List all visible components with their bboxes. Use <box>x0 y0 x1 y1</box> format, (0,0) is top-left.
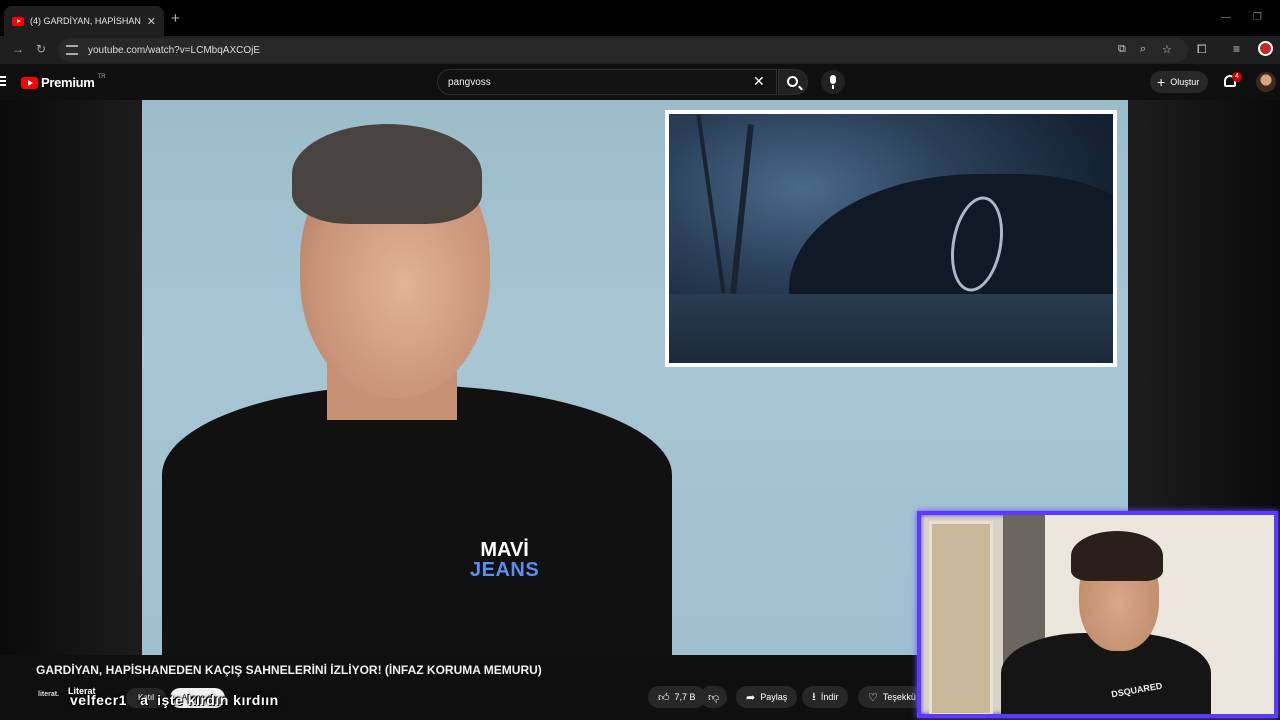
interviewee-hair <box>292 124 482 224</box>
tab-title: (4) GARDİYAN, HAPİSHANEDEN <box>30 16 141 26</box>
logo-region: TR <box>97 73 106 80</box>
search-button[interactable] <box>778 69 808 95</box>
thanks-heart-icon: ♡ <box>868 691 878 704</box>
download-button[interactable]: ⭳ İndir <box>802 686 849 708</box>
like-button[interactable]: 👍︎ 7,7 B <box>648 686 706 708</box>
video-title: GARDİYAN, HAPİSHANEDEN KAÇIŞ SAHNELERİNİ… <box>36 663 542 677</box>
share-button[interactable]: ➦ Paylaş <box>736 686 798 708</box>
avatar[interactable] <box>1256 72 1276 92</box>
notification-badge: 4 <box>1232 72 1242 82</box>
tree-silhouette <box>696 114 726 294</box>
search-value: pangvoss <box>448 76 491 88</box>
share-icon: ➦ <box>746 691 756 704</box>
forward-icon[interactable]: → <box>12 42 24 56</box>
thumbs-up-icon: 👍︎ <box>658 691 670 704</box>
reload-icon[interactable]: ↻ <box>36 42 46 56</box>
youtube-favicon-icon <box>12 16 24 26</box>
restore-icon[interactable]: ❐ <box>1253 12 1262 23</box>
dislike-button[interactable]: 👎︎ <box>700 686 728 708</box>
download-label: İndir <box>820 692 839 702</box>
download-icon: ⭳ <box>812 690 816 703</box>
new-tab-button[interactable]: + <box>171 10 180 27</box>
zoom-icon[interactable]: ⌕ <box>1140 43 1146 56</box>
voice-search-icon[interactable] <box>821 70 845 94</box>
share-label: Paylaş <box>760 692 788 702</box>
address-bar[interactable]: youtube.com/watch?v=LCMbqAXCOjE <box>58 38 1188 62</box>
foggy-ground <box>669 294 1113 363</box>
browser-profile-icon[interactable] <box>1258 41 1273 56</box>
stream-chat-caption: velfecr1 a işte kırdın kırdıın <box>70 692 279 708</box>
minimize-icon[interactable]: — <box>1221 12 1231 23</box>
youtube-premium-logo[interactable]: Premium TR <box>21 73 106 90</box>
channel-logo[interactable]: literat. <box>38 691 59 698</box>
browser-tab[interactable]: (4) GARDİYAN, HAPİSHANEDEN ✕ <box>4 6 164 36</box>
shirt-brand-line1: MAVİ <box>480 539 529 561</box>
movie-clip-inset <box>665 110 1117 367</box>
streamer-hair <box>1071 531 1163 581</box>
logo-text: Premium <box>41 75 95 90</box>
interviewee-shirt <box>162 385 672 655</box>
webcam-door <box>929 521 993 714</box>
shirt-brand: MAVİ JEANS <box>470 540 539 580</box>
plus-icon: + <box>1157 74 1166 90</box>
streamer-webcam: DSQUARED <box>917 511 1278 718</box>
like-count: 7,7 B <box>674 692 696 702</box>
clear-search-icon[interactable]: ✕ <box>753 73 765 90</box>
thanks-button[interactable]: ♡ Teşekkü <box>858 686 926 708</box>
extensions-icon[interactable]: ⧠ <box>1197 42 1207 57</box>
shirt-brand-line2: JEANS <box>470 559 540 581</box>
search-input[interactable]: pangvoss <box>437 69 777 95</box>
tree-silhouette <box>730 124 754 294</box>
bookmark-star-icon[interactable]: ☆ <box>1162 43 1172 56</box>
youtube-play-icon <box>21 76 38 89</box>
site-settings-icon[interactable] <box>66 45 78 55</box>
media-control-icon[interactable]: ≡ <box>1233 42 1240 56</box>
create-label: Oluştur <box>1170 77 1200 87</box>
install-app-icon[interactable]: ⧉ <box>1118 43 1126 56</box>
tab-close-icon[interactable]: ✕ <box>147 15 156 28</box>
hamburger-menu-icon[interactable] <box>0 76 6 86</box>
browser-toolbar: → ↻ youtube.com/watch?v=LCMbqAXCOjE ⧉ ⌕ … <box>0 36 1280 64</box>
url-text: youtube.com/watch?v=LCMbqAXCOjE <box>88 44 261 56</box>
search-icon <box>787 76 798 87</box>
thumbs-down-icon: 👎︎ <box>708 691 720 704</box>
thanks-label: Teşekkü <box>882 692 916 702</box>
youtube-header: Premium TR pangvoss ✕ + Oluştur 4 <box>0 64 1280 100</box>
create-button[interactable]: + Oluştur <box>1150 71 1209 93</box>
browser-tab-strip: (4) GARDİYAN, HAPİSHANEDEN ✕ + — ❐ <box>0 0 1280 36</box>
